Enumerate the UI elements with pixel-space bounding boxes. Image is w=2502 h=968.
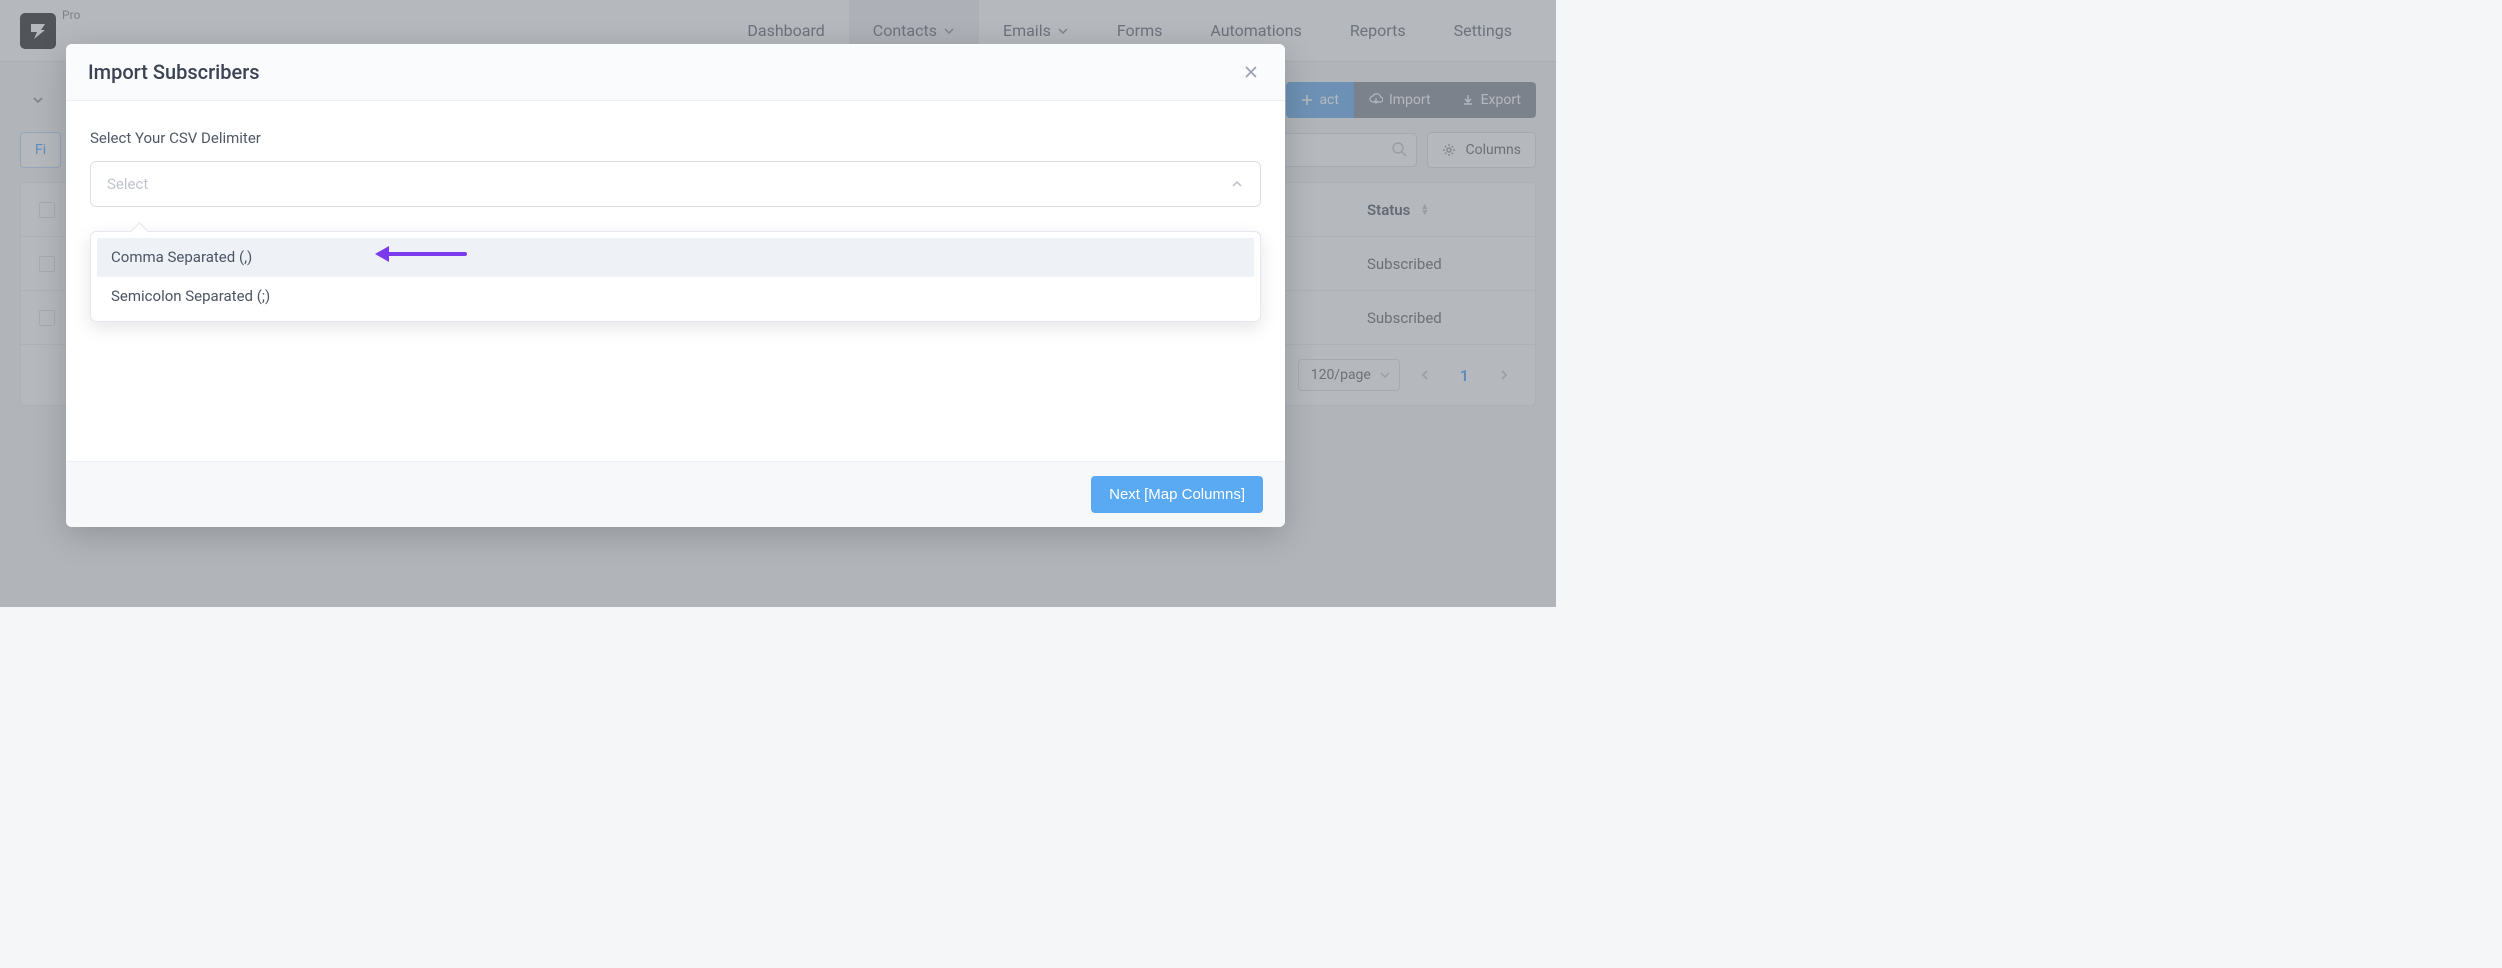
option-semicolon[interactable]: Semicolon Separated (;) <box>97 276 1254 315</box>
delimiter-dropdown: Comma Separated (,) Semicolon Separated … <box>90 231 1261 322</box>
modal-close-button[interactable] <box>1239 60 1263 84</box>
import-modal: Import Subscribers Select Your CSV Delim… <box>66 44 1285 527</box>
select-placeholder: Select <box>107 175 148 193</box>
modal-overlay: Import Subscribers Select Your CSV Delim… <box>0 0 1556 607</box>
delimiter-select[interactable]: Select <box>90 161 1261 207</box>
close-icon <box>1243 64 1259 80</box>
annotation-arrow <box>375 246 467 262</box>
arrow-line <box>387 252 467 256</box>
option-comma-label: Comma Separated (,) <box>111 248 252 266</box>
modal-body: Select Your CSV Delimiter Select Comma S… <box>66 101 1285 461</box>
option-comma[interactable]: Comma Separated (,) <box>97 238 1254 276</box>
modal-footer: Next [Map Columns] <box>66 461 1285 527</box>
modal-header: Import Subscribers <box>66 44 1285 101</box>
next-button-label: Next [Map Columns] <box>1109 486 1245 503</box>
modal-title: Import Subscribers <box>88 60 260 84</box>
next-button[interactable]: Next [Map Columns] <box>1091 476 1263 513</box>
chevron-up-icon <box>1230 177 1244 191</box>
delimiter-label: Select Your CSV Delimiter <box>90 129 1261 147</box>
option-semicolon-label: Semicolon Separated (;) <box>111 287 270 305</box>
